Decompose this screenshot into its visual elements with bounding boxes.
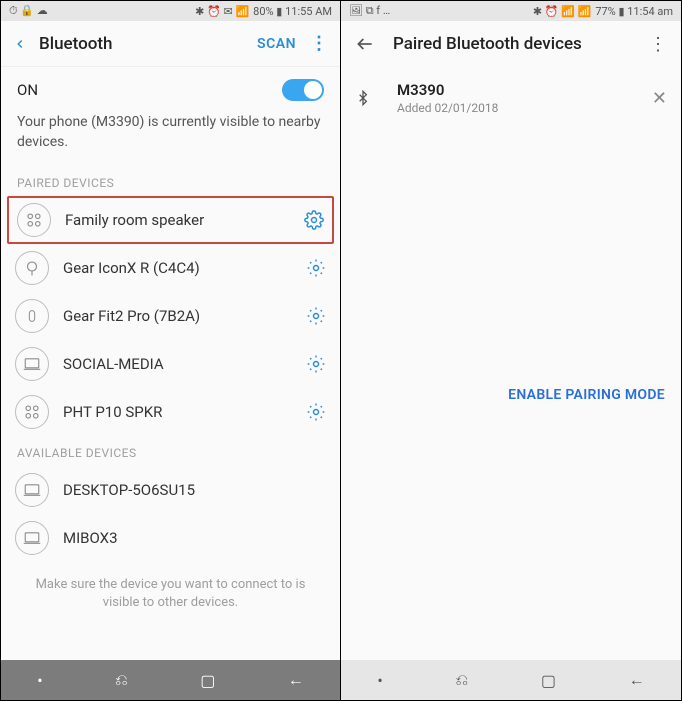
bluetooth-toggle[interactable]	[282, 79, 324, 101]
gear-icon[interactable]	[306, 258, 326, 278]
gear-icon[interactable]	[304, 210, 324, 230]
nav-back-icon[interactable]: ←	[629, 670, 645, 690]
page-title: Paired Bluetooth devices	[393, 34, 649, 54]
paired-device-row[interactable]: Gear Fit2 Pro (7B2A)	[1, 292, 340, 340]
on-label: ON	[17, 81, 38, 99]
device-name: M3390	[397, 81, 652, 99]
gear-icon[interactable]	[306, 306, 326, 326]
device-name: MIBOX3	[63, 529, 326, 547]
more-button[interactable]: ⋮	[649, 34, 667, 55]
statusbar-battery-time: 80% ▮ 11:55 AM	[253, 5, 332, 18]
gear-icon[interactable]	[306, 354, 326, 374]
paired-device-row[interactable]: M3390 Added 02/01/2018 ✕	[341, 67, 681, 129]
nav-back-icon[interactable]: ←	[288, 670, 304, 690]
app-header: Bluetooth SCAN ⋮	[1, 21, 340, 67]
remove-device-button[interactable]: ✕	[652, 88, 667, 109]
nav-dot-icon[interactable]: •	[377, 671, 382, 690]
paired-device-row[interactable]: Gear IconX R (C4C4)	[1, 244, 340, 292]
paired-device-row[interactable]: Family room speaker	[7, 196, 334, 244]
available-device-row[interactable]: MIBOX3	[1, 514, 340, 562]
device-name: Gear Fit2 Pro (7B2A)	[63, 307, 306, 325]
available-device-row[interactable]: DESKTOP-5O6SU15	[1, 466, 340, 514]
app-header: Paired Bluetooth devices ⋮	[341, 21, 681, 67]
watch-icon	[15, 299, 49, 333]
laptop-icon	[15, 473, 49, 507]
visibility-text: Your phone (M3390) is currently visible …	[1, 109, 340, 166]
speaker-icon	[17, 203, 51, 237]
statusbar-right-icons: ✱ ⏰ ✉ 📶	[195, 5, 249, 18]
nav-recents-icon[interactable]: ⎌	[455, 670, 468, 690]
device-subtitle: Added 02/01/2018	[397, 101, 652, 115]
status-bar: 🖼 ⧉ f … ✱ ⏰ 📶 📶 77% ▮ 11:54 am	[341, 1, 681, 21]
nav-home-icon[interactable]: ▢	[200, 671, 215, 690]
phone-left: ⏱ 🔒 ☁ ✱ ⏰ ✉ 📶 80% ▮ 11:55 AM Bluetooth S…	[1, 1, 341, 700]
paired-device-row[interactable]: PHT P10 SPKR	[1, 388, 340, 436]
paired-device-row[interactable]: SOCIAL-MEDIA	[1, 340, 340, 388]
device-name: Family room speaker	[65, 211, 304, 229]
status-bar: ⏱ 🔒 ☁ ✱ ⏰ ✉ 📶 80% ▮ 11:55 AM	[1, 1, 340, 21]
bluetooth-icon	[355, 88, 383, 108]
device-name: Gear IconX R (C4C4)	[63, 259, 306, 277]
paired-devices-label: PAIRED DEVICES	[1, 166, 340, 196]
nav-bar: • ⎌ ▢ ←	[341, 660, 681, 700]
page-title: Bluetooth	[39, 34, 257, 54]
device-name: SOCIAL-MEDIA	[63, 355, 306, 373]
more-button[interactable]: ⋮	[310, 33, 328, 54]
scan-button[interactable]: SCAN	[257, 36, 296, 52]
nav-bar: • ⎌ ▢ ←	[1, 660, 340, 700]
bluetooth-toggle-row: ON	[1, 67, 340, 109]
earbud-icon	[15, 251, 49, 285]
speaker-icon	[15, 395, 49, 429]
laptop-icon	[15, 347, 49, 381]
statusbar-left-icons: 🖼 ⧉ f …	[349, 4, 390, 18]
enable-pairing-button[interactable]: ENABLE PAIRING MODE	[341, 373, 681, 417]
back-button[interactable]	[355, 34, 375, 54]
statusbar-left-icons: ⏱ 🔒 ☁	[9, 4, 48, 18]
gear-icon[interactable]	[306, 402, 326, 422]
device-name: PHT P10 SPKR	[63, 403, 306, 421]
statusbar-right-icons: ✱ ⏰ 📶 📶	[533, 5, 592, 18]
back-button[interactable]	[13, 37, 27, 51]
available-devices-label: AVAILABLE DEVICES	[1, 436, 340, 466]
phone-right: 🖼 ⧉ f … ✱ ⏰ 📶 📶 77% ▮ 11:54 am Paired Bl…	[341, 1, 681, 700]
device-name: DESKTOP-5O6SU15	[63, 481, 326, 499]
visibility-hint: Make sure the device you want to connect…	[1, 562, 340, 626]
nav-home-icon[interactable]: ▢	[541, 671, 556, 690]
statusbar-battery-time: 77% ▮ 11:54 am	[595, 5, 673, 18]
nav-recents-icon[interactable]: ⎌	[115, 670, 128, 690]
nav-dot-icon[interactable]: •	[37, 671, 42, 690]
laptop-icon	[15, 521, 49, 555]
